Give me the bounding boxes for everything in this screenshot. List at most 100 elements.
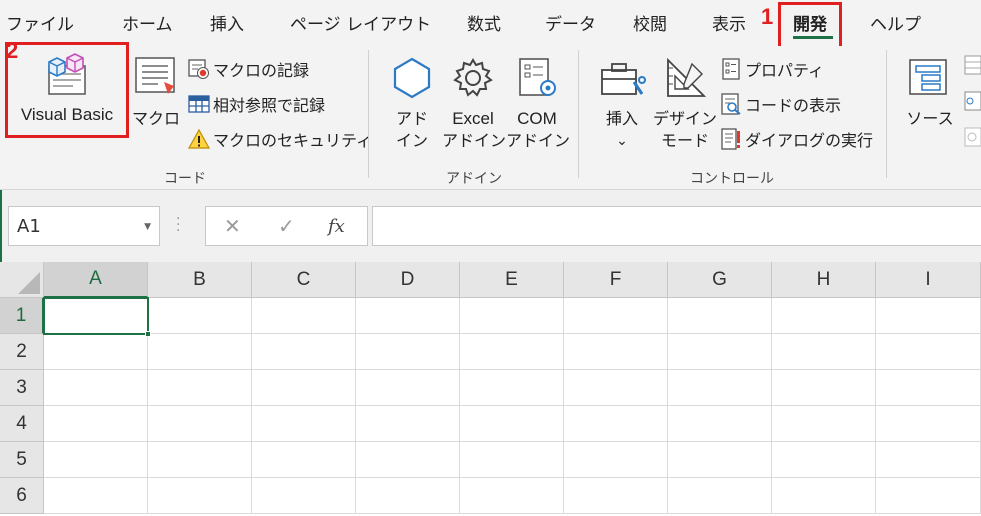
column-header-d[interactable]: D [356,262,460,298]
run-dialog-button[interactable]: ダイアログの実行 [720,126,873,152]
row-header-3[interactable]: 3 [0,370,44,406]
cell-e5[interactable] [460,442,564,478]
column-header-i[interactable]: I [876,262,981,298]
cell-b1[interactable] [148,298,252,334]
cell-b6[interactable] [148,478,252,514]
cell-g5[interactable] [668,442,772,478]
enter-icon[interactable]: ✓ [278,214,295,238]
cell-g6[interactable] [668,478,772,514]
tab-home[interactable]: ホーム [122,10,173,35]
column-header-f[interactable]: F [564,262,668,298]
macros-button[interactable]: マクロ [132,50,180,134]
cell-b4[interactable] [148,406,252,442]
cell-e4[interactable] [460,406,564,442]
splitter-dots-icon[interactable]: · · · [176,212,180,238]
select-all-button[interactable] [0,262,44,298]
cell-f3[interactable] [564,370,668,406]
cancel-icon[interactable]: ✕ [224,214,241,238]
column-header-h[interactable]: H [772,262,876,298]
row-header-2[interactable]: 2 [0,334,44,370]
visual-basic-button[interactable]: Visual Basic [10,50,124,134]
xml-map-properties-icon[interactable] [964,54,981,154]
com-addins-button[interactable]: COM アドイン [506,50,570,150]
addins-button[interactable]: アド イン [386,50,438,150]
cell-e1[interactable] [460,298,564,334]
row-header-5[interactable]: 5 [0,442,44,478]
cell-f4[interactable] [564,406,668,442]
cell-d6[interactable] [356,478,460,514]
cell-b5[interactable] [148,442,252,478]
insert-control-button[interactable]: 挿入 ⌄ [594,50,650,150]
cell-i5[interactable] [876,442,981,478]
macro-security-button[interactable]: マクロのセキュリティ [188,126,372,152]
cell-h6[interactable] [772,478,876,514]
column-header-g[interactable]: G [668,262,772,298]
row-header-6[interactable]: 6 [0,478,44,514]
cell-f5[interactable] [564,442,668,478]
row-header-1[interactable]: 1 [0,298,44,334]
tab-review[interactable]: 校閲 [633,10,667,35]
cell-d4[interactable] [356,406,460,442]
cell-d2[interactable] [356,334,460,370]
tab-data[interactable]: データ [545,10,596,35]
name-box[interactable]: A1 ▼ [8,206,160,246]
cell-i3[interactable] [876,370,981,406]
column-header-b[interactable]: B [148,262,252,298]
chevron-down-icon[interactable]: ▼ [144,222,151,232]
cell-f6[interactable] [564,478,668,514]
insert-function-icon[interactable]: fx [328,216,345,237]
cell-a5[interactable] [44,442,148,478]
view-code-button[interactable]: コードの表示 [720,91,841,117]
cell-a4[interactable] [44,406,148,442]
tab-file[interactable]: ファイル [6,10,74,35]
cell-i2[interactable] [876,334,981,370]
excel-addins-button[interactable]: Excel アドイン [442,50,506,150]
fill-handle[interactable] [145,331,151,337]
cell-a3[interactable] [44,370,148,406]
cell-h5[interactable] [772,442,876,478]
cell-e3[interactable] [460,370,564,406]
design-mode-button[interactable]: デザイン モード [652,50,718,150]
cell-f1[interactable] [564,298,668,334]
cell-c3[interactable] [252,370,356,406]
record-macro-button[interactable]: マクロの記録 [188,56,309,82]
properties-button[interactable]: プロパティ [720,56,824,82]
cell-h4[interactable] [772,406,876,442]
cell-a2[interactable] [44,334,148,370]
column-header-c[interactable]: C [252,262,356,298]
cell-h2[interactable] [772,334,876,370]
cell-c1[interactable] [252,298,356,334]
cell-c2[interactable] [252,334,356,370]
xml-source-button[interactable]: ソース [900,50,960,134]
cell-i4[interactable] [876,406,981,442]
cell-g3[interactable] [668,370,772,406]
tab-page-layout[interactable]: ページ レイアウト [290,10,431,35]
cell-c4[interactable] [252,406,356,442]
relative-reference-button[interactable]: 相対参照で記録 [188,91,325,117]
cell-c6[interactable] [252,478,356,514]
cell-g1[interactable] [668,298,772,334]
cell-b2[interactable] [148,334,252,370]
cell-d3[interactable] [356,370,460,406]
cell-d1[interactable] [356,298,460,334]
cell-e6[interactable] [460,478,564,514]
cell-i1[interactable] [876,298,981,334]
row-header-4[interactable]: 4 [0,406,44,442]
tab-formulas[interactable]: 数式 [467,10,501,35]
cell-h1[interactable] [772,298,876,334]
cell-b3[interactable] [148,370,252,406]
cell-d5[interactable] [356,442,460,478]
cell-g2[interactable] [668,334,772,370]
cell-g4[interactable] [668,406,772,442]
cell-f2[interactable] [564,334,668,370]
cell-i6[interactable] [876,478,981,514]
tab-help[interactable]: ヘルプ [870,10,921,35]
tab-insert[interactable]: 挿入 [210,10,244,35]
cell-c5[interactable] [252,442,356,478]
active-cell-a1[interactable] [43,297,151,337]
column-header-a[interactable]: A [44,262,148,298]
formula-input[interactable] [372,206,981,246]
cell-e2[interactable] [460,334,564,370]
tab-view[interactable]: 表示 [712,10,746,35]
column-header-e[interactable]: E [460,262,564,298]
